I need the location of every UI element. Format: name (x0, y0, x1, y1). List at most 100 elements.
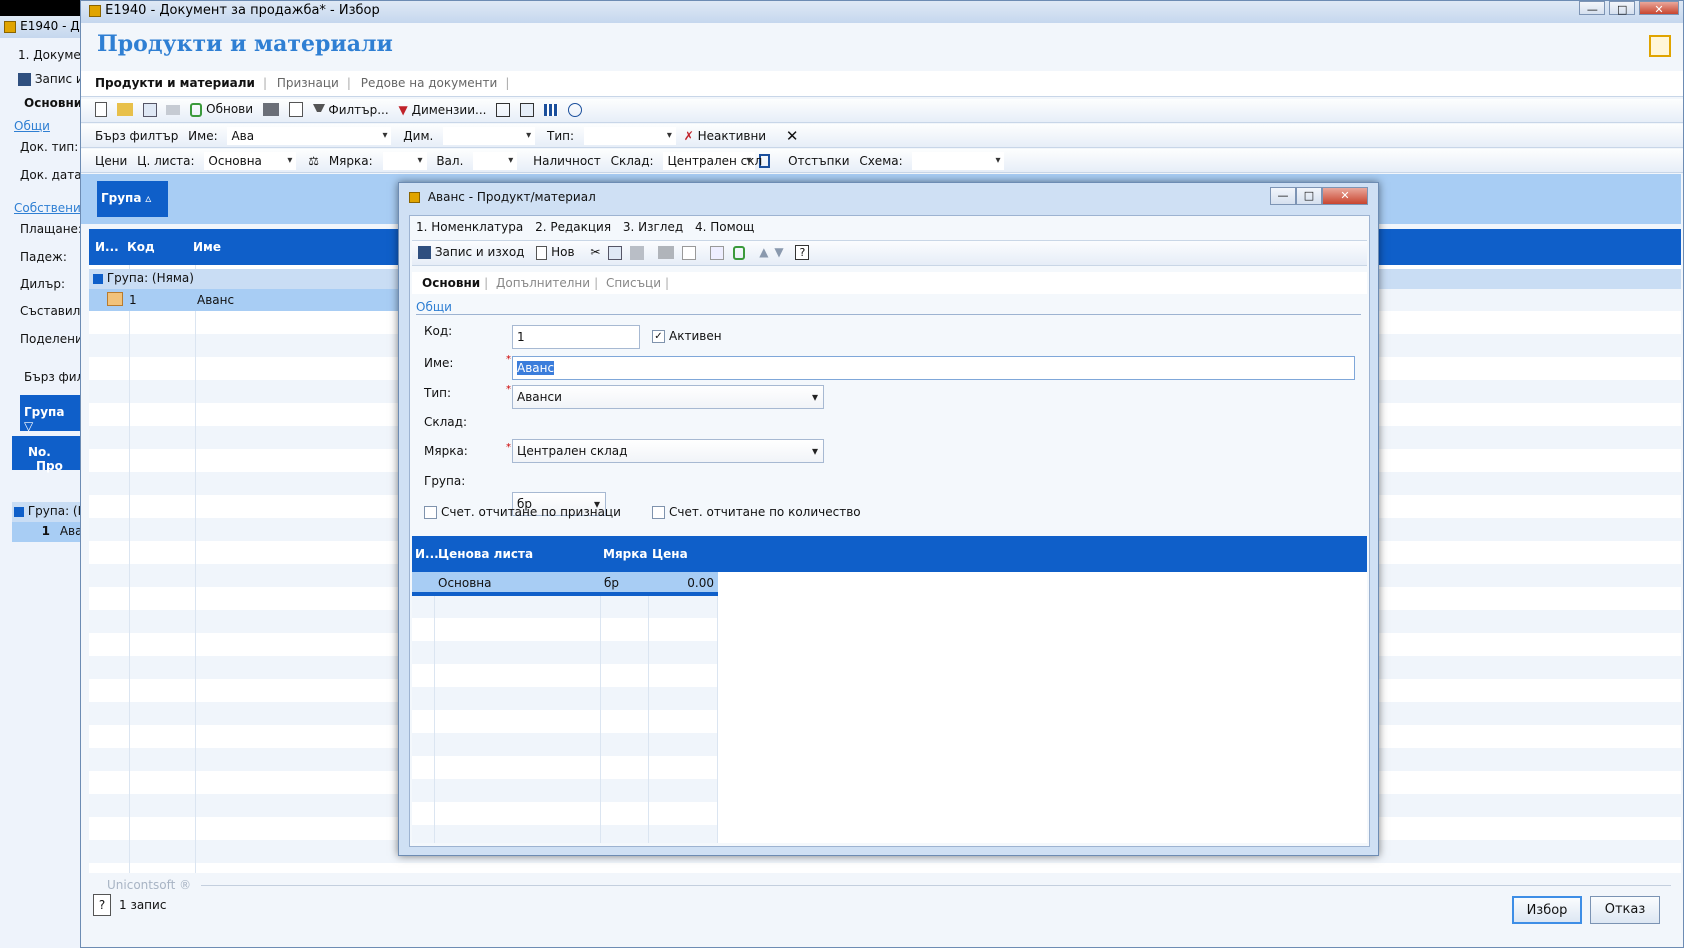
dialog-minimize-button[interactable]: — (1270, 187, 1296, 205)
refresh-icon[interactable] (733, 245, 746, 260)
print-icon[interactable] (262, 103, 279, 116)
layout-icon[interactable] (496, 102, 511, 117)
print-preview-icon[interactable] (288, 102, 303, 117)
tab-document-lines[interactable]: Редове на документи (361, 76, 498, 90)
bg-author-label: Съставил: (20, 304, 85, 318)
background-window: E1940 - Д 1. Докумен Запис и Основни Общ… (0, 16, 91, 948)
bg-group-row[interactable]: Група: (Н (12, 502, 90, 522)
cancel-button[interactable]: Отказ (1590, 896, 1660, 924)
type-label: Тип: (424, 386, 452, 400)
record-count: 1 запис (119, 898, 167, 912)
tab-lists[interactable]: Списъци (606, 276, 661, 290)
required-marker: * (506, 442, 511, 453)
bg-menu-item[interactable]: 1. Докумен (18, 48, 89, 62)
eraser-icon[interactable] (166, 104, 181, 115)
move-up-icon[interactable]: ▲ (759, 245, 768, 259)
save-icon (418, 246, 431, 259)
features-accounting-checkbox[interactable]: Счет. отчитане по признаци (424, 505, 621, 519)
filter-button[interactable]: Филтър... (312, 103, 389, 117)
menu-help[interactable]: 4. Помощ (695, 220, 754, 234)
price-row-list: Основна (438, 576, 492, 590)
help-icon[interactable]: ? (795, 245, 810, 260)
dialog-close-button[interactable]: ✕ (1322, 187, 1368, 205)
dialog-tabs: Основни | Допълнителни | Списъци | (412, 272, 1367, 294)
bg-save-button[interactable]: Запис и (18, 72, 84, 86)
currency-combo[interactable] (473, 152, 518, 170)
warehouse-dropdown[interactable]: Централен склад (512, 439, 824, 463)
name-filter-input[interactable]: Ава (227, 127, 392, 145)
zoom-icon[interactable] (567, 102, 582, 117)
clear-filter-icon[interactable]: ✕ (786, 127, 799, 145)
active-checkbox[interactable]: ✓ Активен (652, 329, 722, 343)
price-col-icon[interactable]: И... (415, 547, 439, 561)
tab-main[interactable]: Основни (422, 276, 480, 290)
group-chip[interactable]: Група ▵ (97, 181, 168, 217)
copy-icon[interactable] (608, 245, 623, 260)
menu-nomenclature[interactable]: 1. Номенклатура (416, 220, 523, 234)
grid-col-code[interactable]: Код (127, 240, 155, 254)
unit-combo[interactable] (382, 152, 427, 170)
warehouse-combo[interactable]: Централен скл (663, 152, 762, 170)
maximize-button[interactable]: □ (1609, 1, 1636, 16)
tab-products[interactable]: Продукти и материали (95, 76, 255, 90)
new-document-icon[interactable] (95, 102, 107, 117)
menu-view[interactable]: 3. Изглед (623, 220, 683, 234)
collapse-icon[interactable] (93, 273, 103, 284)
price-col-price[interactable]: Цена (652, 547, 688, 561)
close-button[interactable]: ✕ (1639, 1, 1679, 16)
collapse-icon[interactable] (14, 506, 24, 517)
prices-label: Цени (95, 154, 128, 168)
dim-filter-combo[interactable] (443, 127, 536, 145)
bg-data-row[interactable]: 1 Ава (12, 522, 90, 542)
select-button[interactable]: Избор (1512, 896, 1582, 924)
grid-col-icon[interactable]: И... (95, 240, 119, 254)
bg-division-label: Поделени (20, 332, 83, 346)
form-view-icon[interactable] (520, 102, 535, 117)
table-row[interactable]: 1 Аванс (89, 289, 399, 311)
tab-features[interactable]: Признаци (277, 76, 339, 90)
help-icon[interactable]: ? (93, 894, 111, 916)
print-preview-icon[interactable] (681, 245, 696, 260)
warehouse-label: Склад: (424, 415, 467, 429)
code-input[interactable]: 1 (512, 325, 640, 349)
open-folder-icon[interactable] (116, 103, 133, 116)
price-col-list[interactable]: Ценова листа (438, 547, 533, 561)
code-label: Код: (424, 324, 453, 338)
copy-icon[interactable] (142, 102, 157, 117)
scale-icon: ⚖ (308, 154, 319, 168)
inactive-toggle[interactable]: ✗ Неактивни (684, 129, 766, 143)
bg-tab-main[interactable]: Основни (24, 96, 82, 110)
type-filter-combo[interactable] (583, 127, 676, 145)
tab-additional[interactable]: Допълнителни (496, 276, 590, 290)
price-grid-header: И... Ценова листа Мярка Цена (412, 536, 1367, 572)
save-exit-button[interactable]: Запис и изход (418, 245, 528, 259)
move-down-icon[interactable]: ▼ (774, 245, 783, 259)
price-col-unit[interactable]: Мярка (603, 547, 647, 561)
bg-section-general: Общи (14, 119, 50, 133)
new-button[interactable]: Нов (536, 245, 578, 260)
dialog-maximize-button[interactable]: □ (1296, 187, 1322, 205)
grid-view-icon[interactable] (543, 103, 558, 116)
price-list-combo[interactable]: Основна (204, 152, 297, 170)
scheme-combo[interactable] (912, 152, 1005, 170)
row-name: Аванс (197, 293, 235, 307)
bg-due-label: Падеж: (20, 250, 67, 264)
checkbox-empty (424, 506, 437, 519)
print-icon[interactable] (657, 246, 674, 259)
menu-edit[interactable]: 2. Редакция (535, 220, 611, 234)
name-input[interactable]: Аванс (512, 356, 1355, 380)
dialog-title: Аванс - Продукт/материал (427, 190, 596, 204)
dimensions-button[interactable]: ▼ Димензии... (399, 103, 487, 117)
inactive-icon: ✗ (683, 129, 694, 143)
minimize-button[interactable]: — (1579, 1, 1606, 16)
bg-section-own: Собствени (14, 201, 81, 215)
quantity-accounting-checkbox[interactable]: Счет. отчитане по количество (652, 505, 861, 519)
bg-group-chip[interactable]: Група ▽ (20, 395, 80, 433)
paste-icon[interactable] (630, 245, 645, 260)
cut-icon[interactable]: ✂ (590, 245, 600, 259)
type-dropdown[interactable]: Аванси (512, 385, 824, 409)
table-row[interactable]: Основна бр 0.00 (412, 572, 718, 596)
grid-col-name[interactable]: Име (193, 240, 221, 254)
refresh-button[interactable]: Обнови (190, 102, 253, 117)
properties-icon[interactable] (709, 245, 724, 260)
